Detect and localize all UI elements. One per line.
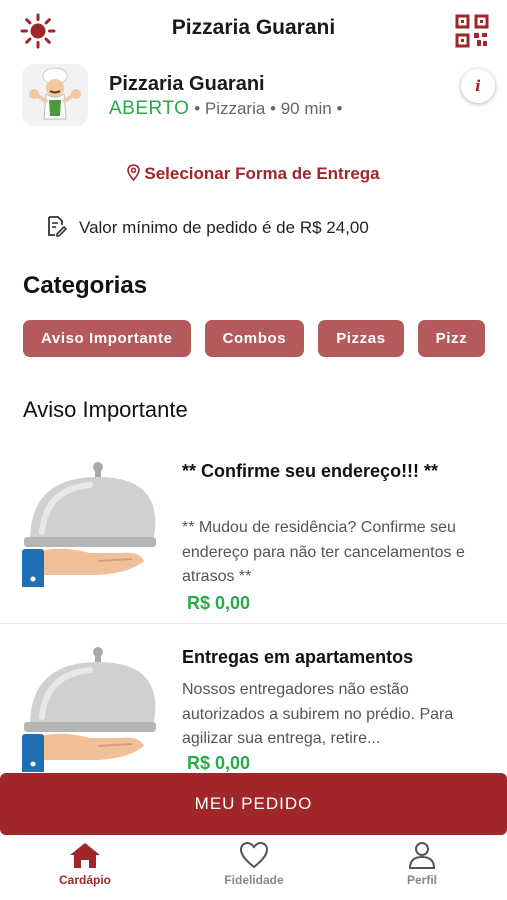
store-header: Pizzaria Guarani ABERTO • Pizzaria • 90 … (22, 64, 507, 130)
bottom-tab-bar: Cardápio Fidelidade Perfil (0, 835, 507, 900)
min-order-text: Valor mínimo de pedido é de R$ 24,00 (79, 218, 369, 237)
store-meta: ABERTO • Pizzaria • 90 min • (109, 98, 342, 120)
store-status-badge: ABERTO (109, 98, 190, 119)
tab-perfil[interactable]: Perfil (362, 841, 482, 887)
product-name: ** Confirme seu endereço!!! ** (182, 461, 439, 481)
categories-title: Categorias (23, 272, 148, 299)
store-name: Pizzaria Guarani (109, 73, 265, 95)
heart-icon (239, 841, 269, 869)
page-title: Pizzaria Guarani (171, 16, 336, 39)
location-pin-icon (127, 164, 141, 182)
top-bar: Pizzaria Guarani (0, 0, 507, 60)
store-logo (22, 64, 88, 126)
document-edit-icon (48, 216, 68, 237)
select-delivery-label: Selecionar Forma de Entrega (144, 164, 380, 183)
select-delivery-link[interactable]: Selecionar Forma de Entrega (0, 164, 507, 184)
user-icon (408, 842, 436, 869)
min-order-notice: Valor mínimo de pedido é de R$ 24,00 (45, 215, 369, 238)
category-chips: Aviso Importante Combos Pizzas Pizz (23, 320, 499, 357)
tab-cardapio[interactable]: Cardápio (25, 841, 145, 887)
product-description: ** Mudou de residência? Confirme seu end… (182, 519, 465, 585)
serving-cloche-icon (20, 457, 160, 589)
product-card[interactable]: ** Confirme seu endereço!!! ** ** Mudou … (0, 440, 507, 624)
product-name: Entregas em apartamentos (182, 647, 414, 667)
category-chip[interactable]: Combos (204, 320, 305, 357)
qr-code-icon[interactable] (455, 14, 489, 48)
section-title: Aviso Importante (23, 397, 188, 422)
serving-cloche-icon (20, 642, 160, 774)
info-icon[interactable]: i (461, 69, 495, 103)
category-chip[interactable]: Pizzas (318, 320, 404, 357)
product-card[interactable]: Entregas em apartamentos Nossos entregad… (0, 625, 507, 775)
my-order-button[interactable]: MEU PEDIDO (0, 773, 507, 835)
tab-fidelidade[interactable]: Fidelidade (194, 841, 314, 887)
tab-label: Cardápio (58, 873, 111, 887)
tab-label: Perfil (406, 873, 437, 887)
product-description: Nossos entregadores não estão autorizado… (182, 681, 454, 747)
home-icon (70, 843, 100, 868)
store-details: • Pizzaria • 90 min • (194, 99, 343, 118)
tab-label: Fidelidade (224, 873, 284, 887)
category-chip[interactable]: Aviso Importante (23, 320, 191, 357)
product-price: R$ 0,00 (187, 593, 251, 613)
product-price: R$ 0,00 (187, 753, 251, 773)
category-chip[interactable]: Pizz (417, 320, 486, 357)
